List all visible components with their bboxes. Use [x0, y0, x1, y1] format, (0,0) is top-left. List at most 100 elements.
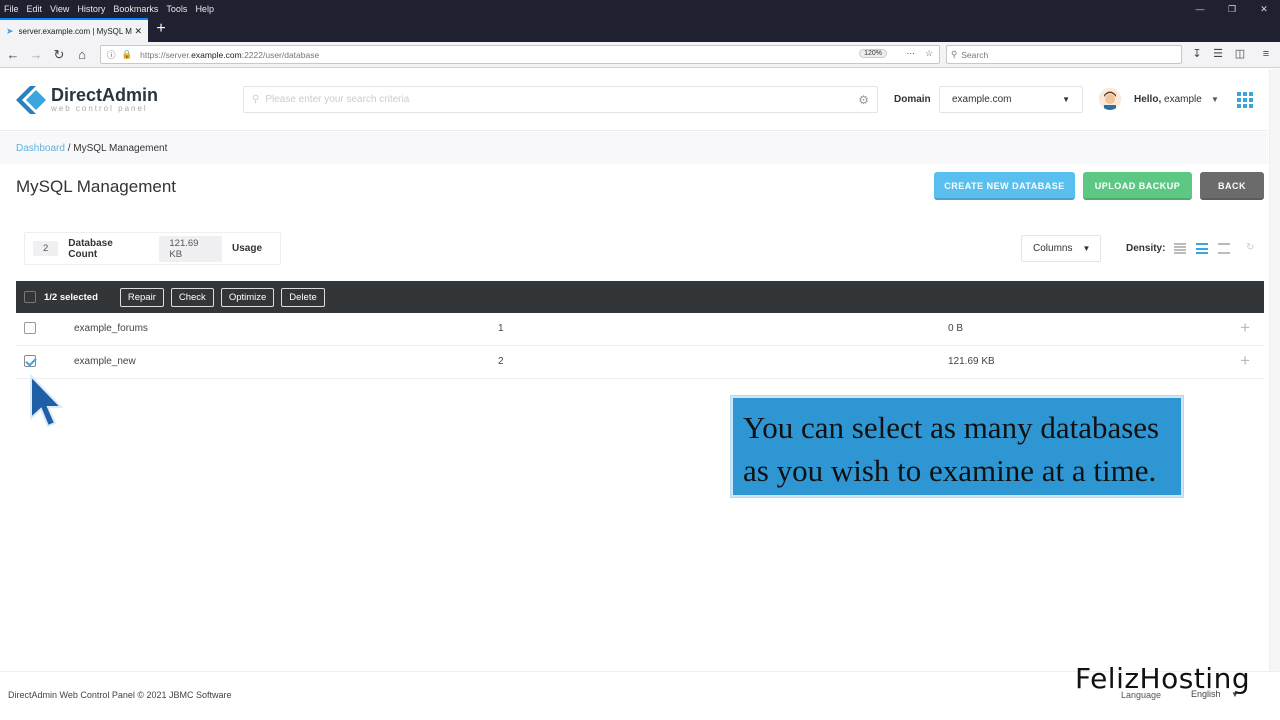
- database-size: 121.69 KB: [948, 356, 995, 367]
- user-avatar-icon: [1099, 88, 1121, 110]
- columns-label: Columns: [1033, 243, 1073, 254]
- table-action-bar: 1/2 selected Repair Check Optimize Delet…: [16, 281, 1264, 313]
- columns-dropdown[interactable]: Columns ▼: [1021, 235, 1101, 262]
- database-size: 0 B: [948, 323, 964, 334]
- lock-icon: 🔒: [121, 49, 133, 59]
- density-label: Density:: [1126, 243, 1166, 254]
- row-checkbox[interactable]: [24, 355, 36, 367]
- mouse-cursor-icon: [30, 374, 64, 428]
- database-name[interactable]: example_forums: [74, 323, 148, 334]
- url-host: example.com: [191, 49, 242, 60]
- menu-view[interactable]: View: [46, 4, 73, 14]
- global-search: ⚲ ⚙: [243, 86, 878, 113]
- browser-menubar: File Edit View History Bookmarks Tools H…: [0, 0, 1280, 18]
- library-icon[interactable]: ☰: [1209, 45, 1227, 63]
- density-normal-icon[interactable]: [1196, 243, 1208, 254]
- domain-label: Domain: [894, 94, 931, 105]
- menu-history[interactable]: History: [73, 4, 109, 14]
- expand-plus-icon[interactable]: +: [1240, 318, 1250, 338]
- footer-copyright: DirectAdmin Web Control Panel © 2021 JBM…: [8, 690, 232, 700]
- menu-help[interactable]: Help: [191, 4, 218, 14]
- url-bar[interactable]: ⓘ 🔒 https://server. example.com:2222/user…: [100, 45, 940, 64]
- home-icon[interactable]: ⌂: [72, 45, 92, 65]
- stats-panel: 2 Database Count 121.69 KB Usage: [24, 232, 281, 265]
- page-scrollbar[interactable]: [1269, 69, 1280, 671]
- sidebar-icon[interactable]: ◫: [1231, 45, 1249, 63]
- reload-icon[interactable]: ↻: [49, 45, 69, 65]
- close-tab-icon[interactable]: ✕: [134, 26, 142, 37]
- window-controls: — ❐ ✕: [1184, 4, 1280, 15]
- breadcrumb-current: MySQL Management: [73, 143, 168, 154]
- new-tab-button[interactable]: +: [154, 18, 168, 42]
- caption-line-1: You can select as many databases: [743, 410, 1160, 445]
- avatar[interactable]: [1099, 88, 1121, 110]
- settings-gear-icon[interactable]: ⚙: [858, 93, 869, 107]
- usage-label: Usage: [231, 243, 262, 254]
- info-icon[interactable]: ⓘ: [107, 49, 116, 61]
- url-prefix: https://server.: [140, 49, 192, 60]
- tab-title: server.example.com | MySQL M: [18, 26, 132, 36]
- browser-tab[interactable]: ➤ server.example.com | MySQL M ✕: [0, 18, 148, 42]
- favicon-icon: ➤: [6, 25, 14, 36]
- browser-search-box[interactable]: ⚲ Search: [946, 45, 1182, 64]
- check-button[interactable]: Check: [170, 287, 214, 307]
- page-title: MySQL Management: [16, 177, 176, 196]
- create-database-button[interactable]: CREATE NEW DATABASE: [934, 172, 1075, 200]
- page-actions-icon[interactable]: ⋯: [907, 48, 916, 59]
- download-icon[interactable]: ↧: [1188, 45, 1206, 63]
- database-count-label: Database Count: [68, 237, 113, 260]
- menu-tools[interactable]: Tools: [162, 4, 191, 14]
- url-path: :2222/user/database: [241, 49, 320, 60]
- tab-strip: [0, 18, 1280, 42]
- zoom-badge[interactable]: 120%: [859, 49, 887, 58]
- tutorial-caption: You can select as many databases as you …: [731, 396, 1183, 497]
- close-window-icon[interactable]: ✕: [1248, 4, 1280, 15]
- database-name[interactable]: example_new: [74, 356, 136, 367]
- table-row[interactable]: example_new 2 121.69 KB +: [16, 346, 1264, 379]
- row-checkbox[interactable]: [24, 322, 36, 334]
- breadcrumb-dashboard[interactable]: Dashboard: [16, 143, 65, 154]
- hamburger-menu-icon[interactable]: ≡: [1257, 45, 1275, 63]
- database-users: 2: [498, 356, 504, 367]
- forward-icon[interactable]: →: [26, 45, 46, 65]
- expand-plus-icon[interactable]: +: [1240, 351, 1250, 371]
- refresh-icon[interactable]: ↻: [1246, 242, 1254, 253]
- menu-file[interactable]: File: [0, 4, 23, 14]
- table-row[interactable]: example_forums 1 0 B +: [16, 313, 1264, 346]
- search-icon: ⚲: [951, 49, 958, 59]
- repair-button[interactable]: Repair: [119, 287, 164, 307]
- caption-line-2: as you wish to examine at a time.: [743, 453, 1157, 488]
- domain-value: example.com: [952, 94, 1012, 105]
- username: example: [1164, 94, 1202, 105]
- database-users: 1: [498, 323, 504, 334]
- density-compact-icon[interactable]: [1174, 243, 1186, 254]
- global-search-input[interactable]: [265, 94, 859, 105]
- apps-grid-icon[interactable]: [1237, 92, 1253, 108]
- user-menu-chevron-icon[interactable]: ▼: [1211, 95, 1219, 104]
- menu-edit[interactable]: Edit: [23, 4, 47, 14]
- back-button[interactable]: BACK: [1200, 172, 1264, 200]
- select-all-checkbox[interactable]: [24, 291, 36, 303]
- restore-icon[interactable]: ❐: [1216, 4, 1248, 15]
- logo-title: DirectAdmin: [51, 85, 159, 105]
- delete-button[interactable]: Delete: [281, 287, 325, 307]
- breadcrumb-separator: /: [64, 143, 74, 154]
- upload-backup-button[interactable]: UPLOAD BACKUP: [1083, 172, 1192, 200]
- optimize-button[interactable]: Optimize: [220, 287, 275, 307]
- menu-bookmarks[interactable]: Bookmarks: [109, 4, 162, 14]
- usage-value: 121.69 KB: [159, 235, 222, 262]
- brand-watermark: FelizHosting: [1075, 662, 1251, 695]
- domain-select[interactable]: example.com ▼: [939, 86, 1083, 113]
- hello-text: Hello,: [1134, 94, 1162, 105]
- back-icon[interactable]: ←: [3, 45, 23, 65]
- chevron-down-icon: ▼: [1082, 244, 1091, 253]
- search-icon: ⚲: [252, 94, 260, 105]
- bookmark-star-icon[interactable]: ☆: [925, 48, 933, 59]
- user-greeting[interactable]: Hello, example: [1134, 94, 1202, 105]
- chevron-down-icon: ▼: [1062, 95, 1070, 104]
- selection-count: 1/2 selected: [44, 291, 98, 303]
- breadcrumb: Dashboard / MySQL Management: [0, 132, 1268, 164]
- browser-search-placeholder: Search: [961, 49, 989, 60]
- density-comfortable-icon[interactable]: [1218, 243, 1230, 254]
- minimize-icon[interactable]: —: [1184, 4, 1216, 15]
